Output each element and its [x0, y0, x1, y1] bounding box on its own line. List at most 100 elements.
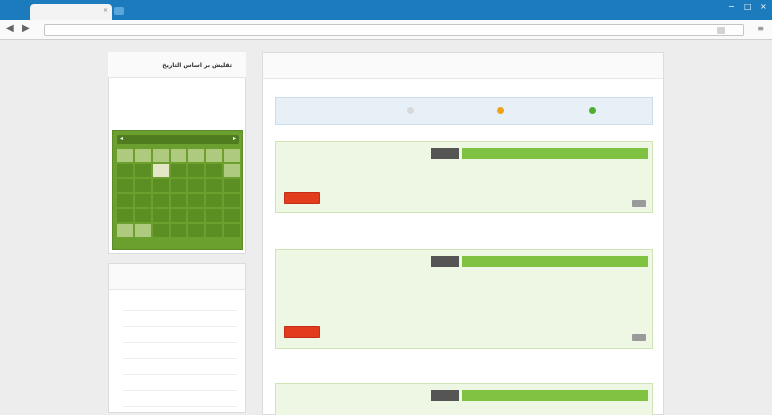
calendar-day[interactable]: [188, 209, 205, 222]
post-action-button[interactable]: [284, 326, 320, 338]
calendar-day[interactable]: [134, 164, 151, 177]
calendar-prev-icon[interactable]: ◂: [120, 136, 123, 142]
post-tag: [431, 390, 459, 401]
post-title-bar[interactable]: [462, 256, 648, 267]
list-item[interactable]: [123, 396, 237, 402]
calendar-day[interactable]: [134, 209, 151, 222]
list-divider: [123, 358, 237, 359]
calendar-day[interactable]: [134, 194, 151, 207]
list-item[interactable]: [123, 300, 237, 306]
post-title-bar[interactable]: [462, 148, 648, 159]
calendar-panel-header: تقليش بر اساس التاريخ: [108, 52, 246, 78]
list-divider: [123, 310, 237, 311]
forward-icon[interactable]: ▶: [22, 24, 30, 34]
recent-posts-panel: [108, 263, 246, 413]
main-panel: [262, 52, 664, 415]
calendar-day[interactable]: [206, 164, 223, 177]
post-title-bar[interactable]: [462, 390, 648, 401]
list-item[interactable]: [123, 348, 237, 354]
calendar-day[interactable]: [152, 224, 169, 237]
post-card: [275, 249, 653, 349]
calendar-day[interactable]: [206, 149, 223, 162]
list-item[interactable]: [123, 332, 237, 338]
calendar-day[interactable]: [206, 224, 223, 237]
calendar-day[interactable]: [224, 179, 240, 192]
post-mini-button[interactable]: [632, 334, 646, 341]
post-mini-button[interactable]: [632, 200, 646, 207]
calendar-day[interactable]: [206, 209, 223, 222]
calendar-day[interactable]: [170, 209, 187, 222]
calendar-day[interactable]: [117, 149, 133, 162]
list-item[interactable]: [123, 380, 237, 386]
calendar-day[interactable]: [117, 224, 133, 237]
legend-dot-orange: [497, 107, 504, 114]
post-action-button[interactable]: [284, 192, 320, 204]
recent-posts-header: [109, 264, 245, 290]
close-window-icon[interactable]: ×: [760, 3, 767, 11]
post-card: [275, 141, 653, 213]
list-item[interactable]: [123, 364, 237, 370]
calendar-day[interactable]: [188, 194, 205, 207]
calendar-day[interactable]: [224, 149, 240, 162]
post-tag: [431, 256, 459, 267]
calendar-day[interactable]: [152, 179, 169, 192]
calendar-day[interactable]: [224, 164, 240, 177]
page: تقليش بر اساس التاريخ ◂ ▸: [0, 41, 772, 415]
calendar-day[interactable]: [117, 194, 133, 207]
calendar-day[interactable]: [117, 179, 133, 192]
calendar-day[interactable]: [170, 179, 187, 192]
calendar-day[interactable]: [170, 149, 187, 162]
status-legend: [275, 97, 653, 125]
bookmark-icon[interactable]: [717, 27, 725, 34]
list-divider: [123, 342, 237, 343]
calendar-day[interactable]: [170, 194, 187, 207]
calendar-day[interactable]: [188, 224, 205, 237]
calendar-day[interactable]: [224, 224, 240, 237]
calendar-day[interactable]: [188, 164, 205, 177]
calendar-day-selected[interactable]: [152, 164, 169, 177]
address-bar: ◀ ▶ ≡: [0, 20, 772, 40]
calendar-day[interactable]: [188, 179, 205, 192]
new-tab-button[interactable]: [114, 7, 124, 15]
calendar-day[interactable]: [117, 209, 133, 222]
browser-tab[interactable]: ×: [30, 4, 112, 20]
calendar-day[interactable]: [134, 224, 151, 237]
calendar-widget: ◂ ▸: [112, 130, 243, 250]
list-divider: [123, 390, 237, 391]
calendar-day[interactable]: [224, 194, 240, 207]
calendar-day[interactable]: [134, 179, 151, 192]
list-divider: [123, 374, 237, 375]
main-header: [263, 53, 663, 79]
calendar-day[interactable]: [170, 224, 187, 237]
post-tag: [431, 148, 459, 159]
menu-icon[interactable]: ≡: [757, 25, 764, 33]
tab-title: [38, 8, 98, 14]
maximize-icon[interactable]: □: [744, 3, 752, 11]
url-text: [63, 28, 463, 34]
calendar-next-icon[interactable]: ▸: [233, 136, 236, 142]
calendar-day[interactable]: [206, 179, 223, 192]
calendar-day[interactable]: [188, 149, 205, 162]
calendar-day[interactable]: [152, 194, 169, 207]
calendar-day[interactable]: [170, 164, 187, 177]
minimize-icon[interactable]: −: [728, 3, 735, 11]
tab-close-icon[interactable]: ×: [103, 8, 108, 14]
post-card: [275, 383, 653, 415]
calendar-day[interactable]: [152, 149, 169, 162]
url-input[interactable]: [44, 24, 744, 36]
calendar-month: [155, 136, 201, 142]
calendar-day[interactable]: [152, 209, 169, 222]
calendar-day[interactable]: [206, 194, 223, 207]
list-divider: [123, 406, 237, 407]
calendar-grid: [117, 149, 240, 246]
calendar-day[interactable]: [134, 149, 151, 162]
list-divider: [123, 326, 237, 327]
calendar-day[interactable]: [117, 164, 133, 177]
back-icon[interactable]: ◀: [6, 24, 14, 34]
list-item[interactable]: [123, 316, 237, 322]
calendar-title: تقليش بر اساس التاريخ: [162, 62, 232, 69]
browser-tabbar: × − □ ×: [0, 0, 772, 20]
calendar-header: ◂ ▸: [117, 135, 239, 144]
calendar-day[interactable]: [224, 209, 240, 222]
legend-dot-green: [589, 107, 596, 114]
